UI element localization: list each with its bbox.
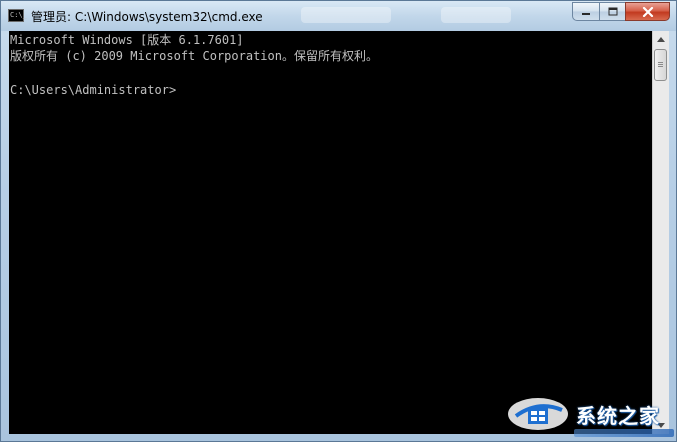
system-home-logo-icon	[508, 398, 568, 430]
watermark-text: 系统之家	[576, 404, 660, 428]
console-line: 版权所有 (c) 2009 Microsoft Corporation。保留所有…	[10, 49, 378, 63]
window-title: 管理员: C:\Windows\system32\cmd.exe	[31, 10, 263, 24]
close-icon	[642, 6, 653, 17]
vertical-scrollbar[interactable]	[652, 31, 669, 434]
scrollbar-thumb[interactable]	[654, 49, 667, 81]
title-bar[interactable]: C:\_ 管理员: C:\Windows\system32\cmd.exe	[1, 1, 676, 31]
scroll-up-button[interactable]	[653, 31, 669, 48]
command-prompt: C:\Users\Administrator>	[10, 83, 177, 97]
titlebar-glass-reflection	[301, 7, 391, 23]
site-watermark: 系统之家	[508, 394, 677, 442]
cmd-window: C:\_ 管理员: C:\Windows\system32\cmd.exe Mi…	[0, 0, 677, 442]
cmd-app-icon[interactable]: C:\_	[8, 9, 27, 22]
caption-buttons	[572, 2, 670, 21]
thumb-grip	[658, 66, 663, 67]
maximize-icon	[608, 7, 617, 16]
close-button[interactable]	[625, 2, 670, 21]
thumb-grip	[658, 64, 663, 65]
titlebar-glass-reflection	[441, 7, 511, 23]
minimize-icon	[582, 12, 590, 15]
console-line: Microsoft Windows [版本 6.1.7601]	[10, 33, 244, 47]
minimize-button[interactable]	[572, 2, 599, 21]
watermark-url-strip	[574, 429, 674, 437]
scroll-up-icon	[657, 37, 665, 42]
maximize-button[interactable]	[599, 2, 625, 21]
console-output[interactable]: Microsoft Windows [版本 6.1.7601] 版权所有 (c)…	[9, 31, 652, 434]
thumb-grip	[658, 62, 663, 63]
